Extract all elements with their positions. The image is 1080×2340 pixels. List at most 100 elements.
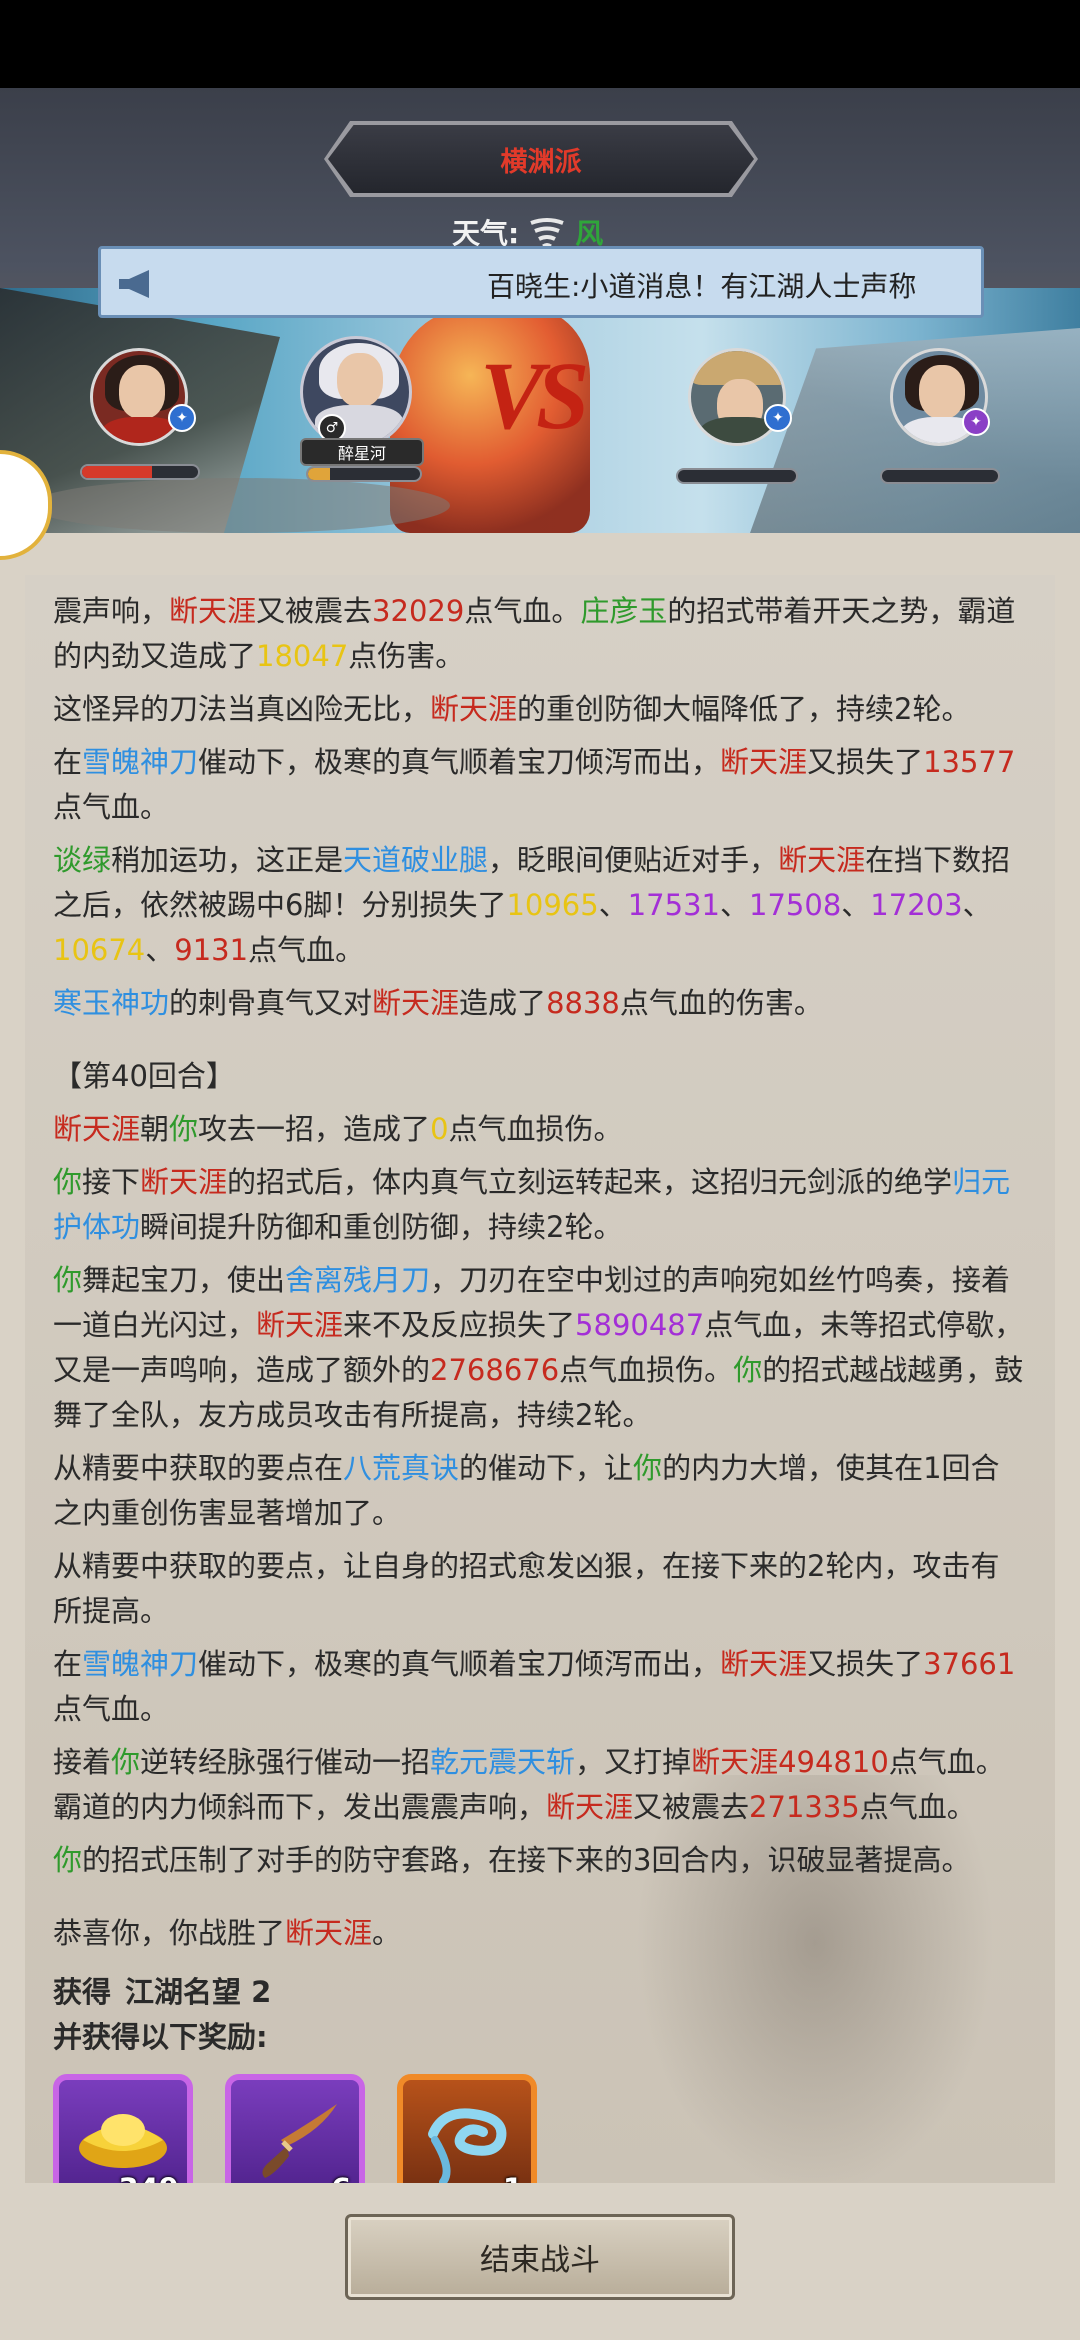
log-line: 你舞起宝刀，使出舍离残月刀，刀刃在空中划过的声响宛如丝竹鸣奏，接着一道白光闪过，… [53,1258,1027,1438]
log-highlight: 17531 [627,888,720,922]
log-text: 催动下，极寒的真气顺着宝刀倾泻而出， [198,745,721,779]
enemy-avatar-1[interactable] [688,348,786,446]
log-text: 。 [372,1916,402,1950]
log-highlight: 八荒真诀 [343,1451,460,1485]
log-highlight: 断天涯 [140,1165,228,1199]
log-highlight: 9131 [174,933,249,967]
ally-1-hp-bar [80,464,200,480]
fame-reward-row: 获得 江湖名望 2 [53,1970,1027,2015]
log-text: 的招式压制了对手的防守套路，在接下来的3回合内，识破显著提高。 [82,1843,971,1877]
news-ticker[interactable]: 百晓生:小道消息！有江湖人士声称 [98,246,984,318]
player-hp-fill [308,468,331,480]
log-text: 又被震去 [633,1790,750,1824]
log-highlight: 18047 [256,639,349,673]
log-text: 的重创防御大幅降低了，持续2轮。 [517,692,971,726]
log-text: 的刺骨真气又对 [169,986,373,1020]
avatar-face [119,365,165,419]
reward-items: 349 6 1 [53,2074,1027,2183]
log-highlight: 2768676 [430,1353,560,1387]
log-highlight: 你 [111,1745,141,1779]
log-line: 这怪异的刀法当真凶险无比，断天涯的重创防御大幅降低了，持续2轮。 [53,687,1027,732]
log-text: 的催动下，让 [459,1451,634,1485]
log-text: 点气血损伤。 [448,1112,623,1146]
log-highlight: 13577 [923,745,1016,779]
item-count: 349 [118,2172,179,2183]
fame-name: 江湖名望 [125,1975,242,2009]
log-text: 、 [962,888,992,922]
player-avatar[interactable] [300,336,412,448]
log-highlight: 断天涯 [285,1916,373,1950]
wind-icon [530,218,564,248]
log-text: 又被震去 [256,594,373,628]
log-highlight: 断天涯 [256,1308,344,1342]
log-line: 谈绿稍加运功，这正是天道破业腿，眨眼间便贴近对手，断天涯在挡下数招之后，依然被踢… [53,838,1027,973]
log-highlight: 你 [169,1112,199,1146]
log-text: 舞起宝刀，使出 [82,1263,286,1297]
log-text: 催动下，极寒的真气顺着宝刀倾泻而出， [198,1647,721,1681]
log-line: 震声响，断天涯又被震去32029点气血。庄彦玉的招式带着开天之势，霸道的内劲又造… [53,589,1027,679]
log-text: 又损失了 [807,745,924,779]
item-count: 1 [503,2172,523,2183]
log-text: 在 [53,745,83,779]
log-highlight: 你 [53,1165,83,1199]
log-highlight: 271335 [749,1790,860,1824]
log-text: 点气血。 [464,594,581,628]
dagger-icon [262,2104,337,2178]
item-count: 6 [331,2172,351,2183]
cloud-scroll-icon [428,2108,507,2183]
log-text: 、 [145,933,175,967]
end-battle-button[interactable]: 结束战斗 [345,2214,735,2300]
log-line: 你接下断天涯的招式后，体内真气立刻运转起来，这招归元剑派的绝学归元护体功瞬间提升… [53,1160,1027,1250]
log-text: 、 [598,888,628,922]
status-bar [0,0,1080,88]
log-text: 接着 [53,1745,112,1779]
log-text: 从精要中获取的要点在 [53,1451,344,1485]
log-line: 断天涯朝你攻去一招，造成了0点气血损伤。 [53,1107,1027,1152]
log-line: 恭喜你，你战胜了断天涯。 [53,1911,1027,1956]
log-highlight: 断天涯 [720,1647,808,1681]
gain-label: 获得 [53,1975,112,2009]
log-text: 来不及反应损失了 [343,1308,576,1342]
ally-1-hp-fill [82,466,152,478]
log-text: 这怪异的刀法当真凶险无比， [53,692,431,726]
log-highlight: 0 [430,1112,449,1146]
log-highlight: 你 [53,1843,83,1877]
fame-value: 2 [251,1975,272,2009]
log-text: 在 [53,1647,83,1681]
log-highlight: 谈绿 [53,843,112,877]
log-text: 的招式后，体内真气立刻运转起来，这招归元剑派的绝学 [227,1165,953,1199]
log-text: 点气血。 [248,933,365,967]
log-line: 你的招式压制了对手的防守套路，在接下来的3回合内，识破显著提高。 [53,1838,1027,1883]
log-text: 又损失了 [807,1647,924,1681]
log-highlight: 天道破业腿 [343,843,489,877]
log-text: 点伤害。 [348,639,465,673]
log-highlight: 17508 [749,888,842,922]
log-line: 从精要中获取的要点，让自身的招式愈发凶狠，在接下来的2轮内，攻击有所提高。 [53,1544,1027,1634]
battle-log-panel[interactable]: 震声响，断天涯又被震去32029点气血。庄彦玉的招式带着开天之势，霸道的内劲又造… [25,575,1055,2183]
log-text: 【第40回合】 [53,1059,235,1093]
log-text: 点气血。 [859,1790,976,1824]
log-text: ，又打掉 [575,1745,692,1779]
also-gain-label: 并获得以下奖励: [53,2020,268,2054]
log-text: 造成了 [459,986,547,1020]
log-highlight: 你 [733,1353,763,1387]
reward-item-dagger[interactable]: 6 [225,2074,365,2183]
reward-item-gold-ingot[interactable]: 349 [53,2074,193,2183]
reward-item-cloud-scroll[interactable]: 1 [397,2074,537,2183]
log-text: 攻去一招，造成了 [198,1112,431,1146]
log-text: 瞬间提升防御和重创防御，持续2轮。 [140,1210,623,1244]
log-text: ，眨眼间便贴近对手， [488,843,779,877]
log-highlight: 断天涯 [430,692,518,726]
log-highlight: 5890487 [575,1308,705,1342]
ally-avatar-1[interactable] [90,348,188,446]
player-hp-bar [306,466,422,482]
log-highlight: 断天涯 [546,1790,634,1824]
log-highlight: 断天涯 [720,745,808,779]
log-highlight: 你 [633,1451,663,1485]
log-highlight: 10965 [506,888,599,922]
log-text: 从精要中获取的要点，让自身的招式愈发凶狠，在接下来的2轮内，攻击有所提高。 [53,1549,1000,1628]
avatar-face [919,365,965,419]
log-text: 、 [720,888,750,922]
log-text: 震声响， [53,594,170,628]
log-line: 在雪魄神刀催动下，极寒的真气顺着宝刀倾泻而出，断天涯又损失了37661 点气血。 [53,1642,1027,1732]
